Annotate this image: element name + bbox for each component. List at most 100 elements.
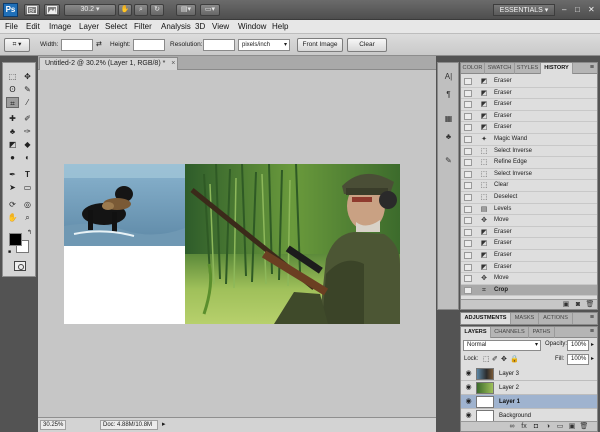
document-size-info[interactable]: Doc: 4.88M/10.8M (100, 420, 158, 430)
history-state[interactable]: ⬚ Select Inverse (461, 169, 597, 181)
history-state[interactable]: ◩ Eraser (461, 111, 597, 123)
arrange-documents-button[interactable]: ▤▾ (176, 4, 196, 16)
menu-help[interactable]: Help (272, 22, 288, 32)
menu-edit[interactable]: Edit (26, 22, 40, 32)
tab-channels[interactable]: CHANNELS (491, 327, 529, 338)
default-colors-icon[interactable]: ■ (8, 249, 11, 255)
status-menu-arrow-icon[interactable]: ▸ (162, 420, 166, 428)
tab-adjustments[interactable]: ADJUSTMENTS (461, 313, 511, 324)
zoom-level-dropdown[interactable]: 30.2 ▾ (64, 4, 116, 16)
lock-position-icon[interactable]: ✥ (501, 355, 507, 363)
lock-all-icon[interactable]: 🔒 (510, 355, 519, 363)
chevron-right-icon[interactable]: ▸ (591, 355, 594, 362)
brush-tool-icon[interactable]: ✐ (21, 113, 34, 124)
history-state[interactable]: ⌗ Crop (461, 284, 597, 297)
layer-row[interactable]: ◉ Layer 3 (461, 367, 597, 381)
history-state[interactable]: ▤ Levels (461, 204, 597, 216)
history-source-checkbox[interactable] (464, 228, 472, 236)
menu-window[interactable]: Window (238, 22, 266, 32)
marquee-tool-icon[interactable]: ⬚ (6, 71, 19, 82)
blend-mode-select[interactable]: Normal ▾ (463, 340, 541, 351)
type-tool-icon[interactable]: T (21, 169, 34, 180)
history-state[interactable]: ◩ Eraser (461, 122, 597, 134)
history-state[interactable]: ⬚ Select Inverse (461, 146, 597, 158)
history-state[interactable]: ⬚ Deselect (461, 192, 597, 204)
tab-actions[interactable]: ACTIONS (539, 313, 573, 324)
layer-row[interactable]: ◉ Layer 2 (461, 381, 597, 395)
tab-paths[interactable]: PATHS (529, 327, 555, 338)
history-source-checkbox[interactable] (464, 286, 472, 294)
history-state[interactable]: ✥ Move (461, 273, 597, 285)
tab-layers[interactable]: LAYERS (461, 327, 491, 338)
tool-presets-panel-icon[interactable]: ✎ (442, 155, 455, 166)
3d-orbit-tool-icon[interactable]: ◎ (21, 199, 34, 210)
tab-history[interactable]: HISTORY (541, 63, 573, 74)
history-state[interactable]: ◩ Eraser (461, 250, 597, 262)
restore-button[interactable]: □ (575, 5, 580, 14)
chevron-right-icon[interactable]: ▸ (591, 341, 594, 348)
tab-color[interactable]: COLOR (461, 63, 485, 74)
new-group-icon[interactable]: ▭ (555, 422, 565, 432)
layer-style-icon[interactable]: fx (519, 422, 529, 432)
quick-selection-tool-icon[interactable]: ✎ (21, 84, 34, 95)
history-source-checkbox[interactable] (464, 78, 472, 85)
menu-layer[interactable]: Layer (79, 22, 99, 32)
dodge-tool-icon[interactable]: ◐ (21, 152, 34, 163)
panel-menu-icon[interactable]: ≡ (590, 328, 594, 335)
resolution-input[interactable] (203, 39, 235, 51)
history-brush-tool-icon[interactable]: ✑ (21, 126, 34, 137)
zoom-field[interactable]: 30.25% (40, 420, 66, 430)
paragraph-panel-icon[interactable]: ¶ (442, 89, 455, 100)
mini-bridge-button[interactable] (44, 4, 60, 16)
visibility-eye-icon[interactable]: ◉ (464, 398, 473, 406)
history-source-checkbox[interactable] (464, 124, 472, 132)
pen-tool-icon[interactable]: ✒ (6, 169, 19, 180)
close-window-button[interactable]: ✕ (588, 5, 595, 14)
move-tool-icon[interactable]: ✥ (21, 71, 34, 82)
screen-mode-button[interactable]: ▭▾ (200, 4, 220, 16)
3d-rotate-tool-icon[interactable]: ⟳ (6, 199, 19, 210)
zoom-tool-button[interactable]: ⌕ (134, 4, 148, 16)
resolution-units-select[interactable]: pixels/inch ▾ (238, 39, 290, 51)
panel-menu-icon[interactable]: ≡ (590, 314, 594, 321)
foreground-color-swatch[interactable] (9, 233, 22, 246)
history-state[interactable]: ◩ Eraser (461, 262, 597, 274)
minimize-button[interactable]: – (562, 5, 566, 14)
eyedropper-tool-icon[interactable]: ⁄ (21, 97, 34, 108)
visibility-eye-icon[interactable]: ◉ (464, 384, 473, 392)
add-mask-icon[interactable]: ◘ (531, 422, 541, 432)
tool-preset-picker[interactable]: ⌗ ▾ (4, 38, 30, 52)
swap-colors-icon[interactable]: ↰ (27, 229, 32, 236)
lasso-tool-icon[interactable]: ʘ (6, 84, 19, 95)
history-source-checkbox[interactable] (464, 170, 472, 178)
fill-input[interactable]: 100% (567, 354, 589, 365)
bridge-button[interactable]: Br (24, 4, 40, 16)
trash-icon[interactable]: 🗑 (585, 300, 595, 310)
history-state[interactable]: ◩ Eraser (461, 99, 597, 111)
visibility-eye-icon[interactable]: ◉ (464, 412, 473, 420)
history-source-checkbox[interactable] (464, 89, 472, 97)
history-source-checkbox[interactable] (464, 240, 472, 248)
history-source-checkbox[interactable] (464, 252, 472, 259)
trash-icon[interactable]: 🗑 (579, 422, 589, 432)
eraser-tool-icon[interactable]: ◩ (6, 139, 19, 150)
close-document-icon[interactable]: × (171, 58, 175, 70)
menu-view[interactable]: View (212, 22, 229, 32)
history-source-checkbox[interactable] (464, 217, 472, 225)
healing-brush-tool-icon[interactable]: ✚ (6, 113, 19, 124)
history-state[interactable]: ◩ Eraser (461, 76, 597, 88)
zoom-tool-icon[interactable]: ⌕ (21, 212, 34, 223)
shape-tool-icon[interactable]: ▭ (21, 182, 34, 193)
document-tab[interactable]: Untitled-2 @ 30.2% (Layer 1, RGB/8) * × (39, 57, 179, 70)
brushes-panel-icon[interactable]: ▦ (442, 113, 455, 124)
adjustment-layer-icon[interactable]: ◑ (543, 422, 553, 432)
character-panel-icon[interactable]: A| (442, 71, 455, 82)
history-state[interactable]: ✥ Move (461, 215, 597, 227)
history-source-checkbox[interactable] (464, 101, 472, 109)
tab-masks[interactable]: MASKS (511, 313, 539, 324)
history-state[interactable]: ✦ Magic Wand (461, 134, 597, 146)
hand-tool-button[interactable]: ✋ (118, 4, 132, 16)
hand-tool-icon[interactable]: ✋ (6, 212, 19, 223)
canvas-area[interactable] (38, 70, 436, 417)
new-snapshot-icon[interactable]: ◙ (573, 300, 583, 310)
